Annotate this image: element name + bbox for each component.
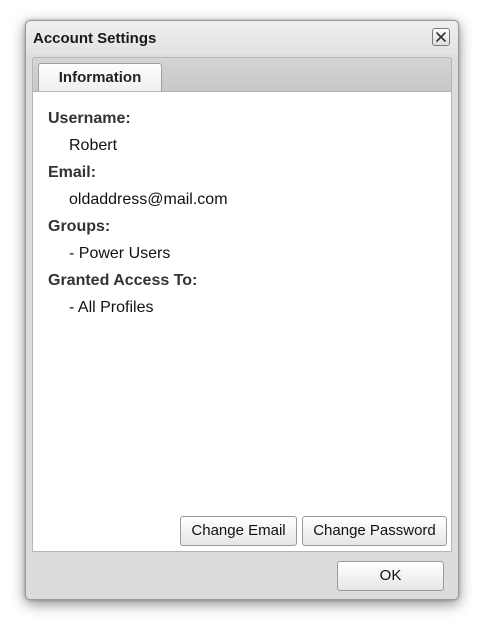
ok-button[interactable]: OK [337,561,444,591]
change-password-button[interactable]: Change Password [302,516,447,546]
tab-information[interactable]: Information [38,63,162,92]
close-button[interactable] [432,28,450,46]
account-settings-dialog: Account Settings Information Username: R… [25,20,459,600]
groups-label: Groups: [48,218,111,235]
information-panel: Username: Robert Email: oldaddress@mail.… [32,91,452,552]
username-label: Username: [48,110,131,127]
change-email-button[interactable]: Change Email [180,516,297,546]
email-value: oldaddress@mail.com [69,191,228,208]
dialog-title: Account Settings [33,30,157,47]
username-value: Robert [69,137,118,154]
granted-access-item: - All Profiles [69,299,154,316]
groups-item: - Power Users [69,245,171,262]
granted-access-label: Granted Access To: [48,272,198,289]
close-icon [436,32,446,42]
dialog-titlebar[interactable]: Account Settings [26,21,458,55]
tab-strip: Information [32,57,452,92]
email-label: Email: [48,164,97,181]
